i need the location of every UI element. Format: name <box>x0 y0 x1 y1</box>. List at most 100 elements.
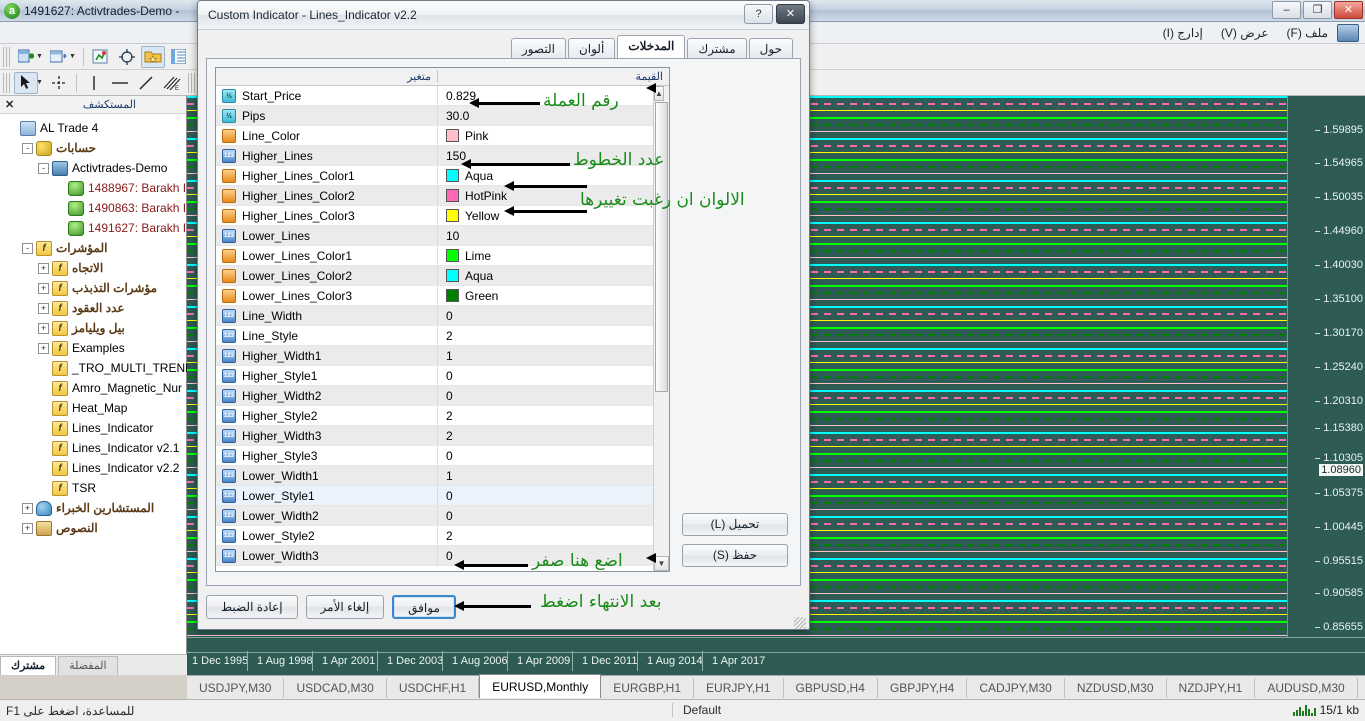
toolbar-grip[interactable] <box>3 46 10 67</box>
collapse-icon[interactable]: - <box>38 162 49 174</box>
chart-tab[interactable]: AUDJPY,| <box>1358 678 1365 698</box>
new-chart-icon[interactable] <box>14 46 38 68</box>
nav-tree-item[interactable]: + المستشارين الخبراء <box>0 498 186 518</box>
table-row[interactable]: Lower_Lines_Color3 Green <box>216 286 669 306</box>
table-row[interactable]: Higher_Lines_Color2 HotPink <box>216 186 669 206</box>
chart-window-icon[interactable] <box>47 46 71 68</box>
table-row[interactable]: 123 Higher_Style3 0 <box>216 446 669 466</box>
scroll-thumb[interactable] <box>655 102 668 392</box>
chart-tab[interactable]: GBPUSD,H4 <box>784 677 878 698</box>
table-row[interactable]: 123 Higher_Style1 0 <box>216 366 669 386</box>
chart-tab[interactable]: EURGBP,H1 <box>601 677 695 698</box>
nav-tree-item[interactable]: + f عدد العقود <box>0 298 186 318</box>
menu-file[interactable]: ملف (F) <box>1278 24 1338 42</box>
dialog-tab-item[interactable]: ألوان <box>567 38 616 59</box>
table-row[interactable]: 123 Higher_Style2 2 <box>216 406 669 426</box>
chart-tab[interactable]: USDJPY,M30 <box>187 677 285 698</box>
table-row[interactable]: 123 Lower_Width3 0 <box>216 546 669 566</box>
expand-icon[interactable]: + <box>22 502 33 514</box>
row-value-cell[interactable]: Lime <box>438 249 669 263</box>
reset-button[interactable]: إعادة الضبط <box>206 595 298 619</box>
table-row[interactable]: 123 Lower_Lines 10 <box>216 226 669 246</box>
toolbar2-grip-end[interactable] <box>187 72 195 93</box>
dialog-tab-inputs-active[interactable]: المدخلات <box>617 35 686 58</box>
table-row[interactable]: 123 Line_Width 0 <box>216 306 669 326</box>
nav-tree-item[interactable]: f Amro_Magnetic_Nur <box>0 378 186 398</box>
nav-tree-item[interactable]: f Lines_Indicator v2.1 <box>0 438 186 458</box>
nav-tree-item[interactable]: f Lines_Indicator <box>0 418 186 438</box>
row-value-cell[interactable]: Green <box>438 289 669 303</box>
nav-tree-item[interactable]: 1491627: Barakh I <box>0 218 186 238</box>
dialog-tab-item[interactable]: مشترك <box>687 38 747 59</box>
nav-tree-item[interactable]: f Heat_Map <box>0 398 186 418</box>
table-row[interactable]: 123 Higher_Width1 1 <box>216 346 669 366</box>
chart-tab[interactable]: AUDUSD,M30 <box>1255 677 1358 698</box>
help-button[interactable]: ? <box>744 4 773 24</box>
row-value-cell[interactable]: 0 <box>438 369 669 383</box>
row-value-cell[interactable]: 0 <box>438 549 669 563</box>
restore-button[interactable]: ❐ <box>1303 1 1332 19</box>
open-folder-icon[interactable] <box>140 45 165 68</box>
scroll-up-arrow-icon[interactable]: ▲ <box>646 83 664 101</box>
row-value-cell[interactable]: Aqua <box>438 269 669 283</box>
row-value-cell[interactable]: 0 <box>438 309 669 323</box>
horizontal-line-icon[interactable] <box>108 72 132 94</box>
table-row[interactable]: 123 Lower_Style2 2 <box>216 526 669 546</box>
expand-icon[interactable]: + <box>38 282 49 294</box>
nav-tree-item[interactable]: - Activtrades-Demo <box>0 158 186 178</box>
navigator-tab-favorites[interactable]: المفضلة <box>58 656 118 675</box>
row-value-cell[interactable]: 0.829 <box>438 89 669 103</box>
nav-tree-item[interactable]: + النصوص <box>0 518 186 538</box>
row-value-cell[interactable]: 0 <box>438 449 669 463</box>
table-row[interactable]: Higher_Lines_Color3 Yellow <box>216 206 669 226</box>
row-value-cell[interactable]: Yellow <box>438 209 669 223</box>
table-row[interactable]: 123 Lower_Width2 0 <box>216 506 669 526</box>
dialog-resize-grip[interactable] <box>794 617 806 629</box>
nav-tree-item[interactable]: - f المؤشرات <box>0 238 186 258</box>
toolbar2-grip[interactable] <box>3 72 10 93</box>
nav-tree-item[interactable]: + f Examples <box>0 338 186 358</box>
nav-tree-item[interactable]: + f مؤشرات التذبذب <box>0 278 186 298</box>
close-button[interactable]: ✕ <box>1334 1 1363 19</box>
row-value-cell[interactable]: Pink <box>438 129 669 143</box>
minimize-button[interactable]: – <box>1272 1 1301 19</box>
row-value-cell[interactable]: 2 <box>438 429 669 443</box>
navigator-tab-common[interactable]: مشترك <box>0 656 57 675</box>
save-button[interactable]: حفظ (S) <box>682 544 788 567</box>
row-value-cell[interactable]: 0 <box>438 389 669 403</box>
scroll-down-arrow-icon[interactable]: ▼ <box>646 553 669 571</box>
data-window-icon[interactable] <box>167 46 191 68</box>
row-value-cell[interactable]: 1 <box>438 469 669 483</box>
dialog-close-button[interactable]: ✕ <box>776 4 805 24</box>
cursor-icon[interactable] <box>14 71 38 94</box>
table-row[interactable]: 123 Higher_Width3 2 <box>216 426 669 446</box>
navigator-close-icon[interactable]: ✕ <box>5 98 14 111</box>
dialog-tab-item[interactable]: التصور <box>510 38 566 59</box>
table-row[interactable]: 123 Higher_Width2 0 <box>216 386 669 406</box>
row-value-cell[interactable]: 10 <box>438 229 669 243</box>
expand-icon[interactable]: + <box>38 342 49 354</box>
collapse-icon[interactable]: - <box>22 142 33 154</box>
chart-tab[interactable]: USDCHF,H1 <box>387 677 480 698</box>
row-value-cell[interactable]: 0 <box>438 509 669 523</box>
row-value-cell[interactable]: Aqua <box>438 169 669 183</box>
grid-scrollbar[interactable]: ▲ ▼ <box>646 83 669 571</box>
menu-view[interactable]: عرض (V) <box>1212 24 1278 42</box>
chart-tab[interactable]: GBPJPY,H4 <box>878 677 968 698</box>
nav-tree-item[interactable]: f TSR <box>0 478 186 498</box>
chart-tab[interactable]: EURJPY,H1 <box>694 677 784 698</box>
row-value-cell[interactable]: 0 <box>438 489 669 503</box>
dialog-tab-item[interactable]: حول <box>748 38 793 59</box>
new-chart-dropdown-icon[interactable]: ▼ <box>36 53 43 60</box>
row-value-cell[interactable]: 2 <box>438 329 669 343</box>
chart-tab[interactable]: NZDUSD,M30 <box>1065 677 1167 698</box>
trendline-icon[interactable] <box>134 72 158 94</box>
nav-tree-item[interactable]: 1490863: Barakh I <box>0 198 186 218</box>
expand-icon[interactable]: + <box>22 522 33 534</box>
row-value-cell[interactable]: HotPink <box>438 189 669 203</box>
chart-tab[interactable]: USDCAD,M30 <box>284 677 387 698</box>
table-row[interactable]: ½ Start_Price 0.829 <box>216 86 669 106</box>
row-value-cell[interactable]: 2 <box>438 529 669 543</box>
vertical-line-icon[interactable] <box>82 72 106 94</box>
inputs-grid[interactable]: متغير القيمة ½ Start_Price 0.829 ½ Pips 30.0 L… <box>215 67 670 572</box>
